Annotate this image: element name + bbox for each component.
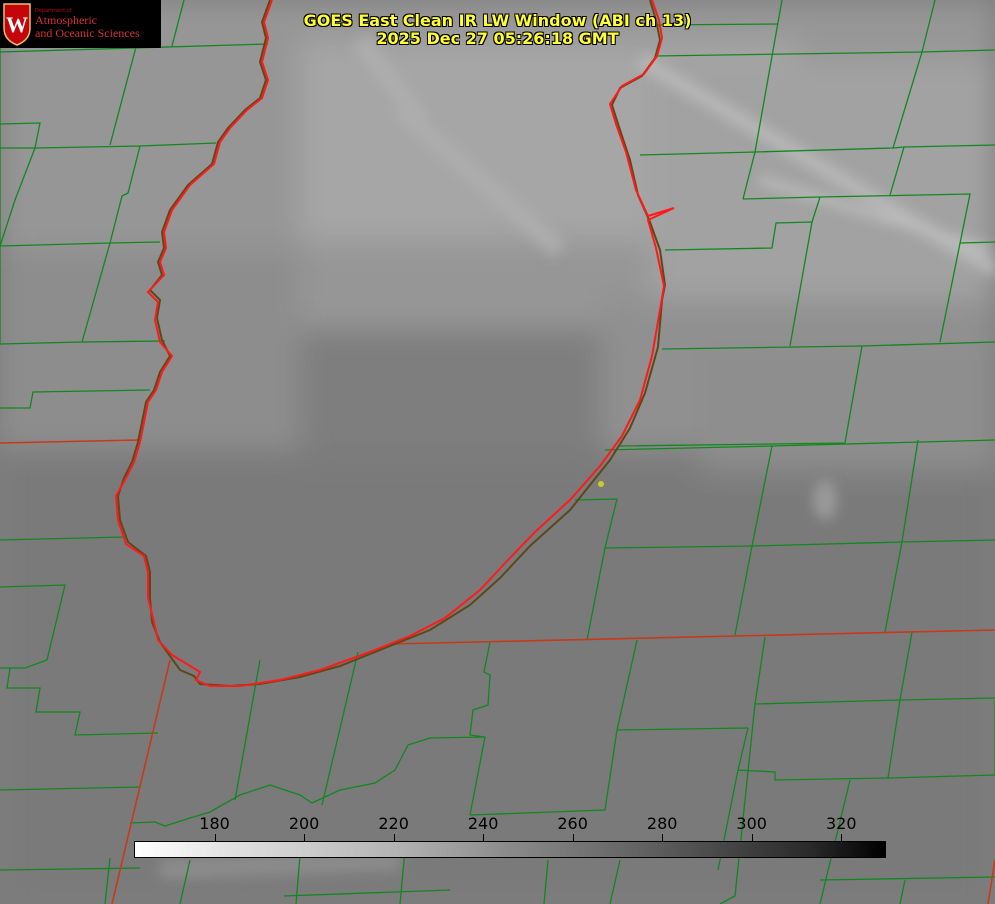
- colorbar-tick-label: 240: [467, 814, 499, 833]
- map-image: [0, 0, 995, 904]
- colorbar-tick-label: 280: [646, 814, 678, 833]
- colorbar-tick: [214, 834, 216, 841]
- station-marker: [598, 481, 604, 487]
- seal-letter: W: [6, 12, 28, 37]
- colorbar-tick: [304, 834, 306, 841]
- colorbar-tick: [393, 834, 395, 841]
- logo-name-line2: and Oceanic Sciences: [35, 26, 140, 40]
- colorbar-tick-label: 260: [557, 814, 588, 833]
- colorbar-tick: [572, 834, 574, 841]
- colorbar-tick: [751, 834, 753, 841]
- colorbar-tick: [662, 834, 664, 841]
- aos-logo: W Department of Atmospheric and Oceanic …: [0, 0, 161, 48]
- colorbar-tick: [841, 834, 843, 841]
- uw-seal-icon: W: [3, 3, 31, 46]
- colorbar-tick-label: 300: [736, 814, 767, 833]
- colorbar-tick-label: 220: [378, 814, 409, 833]
- colorbar-tick-label: 320: [825, 814, 857, 833]
- colorbar-tick-label: 180: [199, 814, 230, 833]
- temperature-colorbar: [134, 841, 886, 858]
- colorbar-tick-label: 200: [288, 814, 320, 833]
- cloud-texture: [0, 0, 995, 904]
- satellite-image-viewer: GOES East Clean IR LW Window (ABI ch 13)…: [0, 0, 995, 904]
- colorbar-tick: [483, 834, 485, 841]
